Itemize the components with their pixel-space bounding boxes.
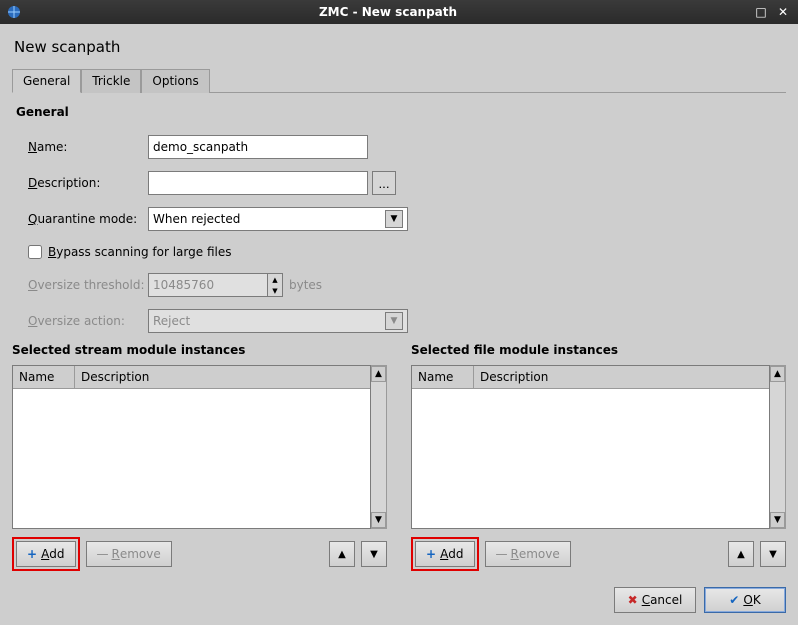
stream-col-name[interactable]: Name xyxy=(13,366,75,388)
close-window-button[interactable]: ✕ xyxy=(774,3,792,21)
spinner-buttons: ▲ ▼ xyxy=(268,273,283,297)
stream-title: Selected stream module instances xyxy=(12,343,387,357)
stream-add-button[interactable]: +Add xyxy=(16,541,76,567)
minus-icon: — xyxy=(496,547,507,561)
ok-icon: ✔ xyxy=(729,593,739,607)
scroll-down-icon[interactable]: ▼ xyxy=(371,512,386,528)
window-title: ZMC - New scanpath xyxy=(28,5,748,19)
stream-buttons: +Add —Remove ▲ ▼ xyxy=(12,537,387,571)
stream-module-panel: Selected stream module instances Name De… xyxy=(12,343,387,571)
name-input[interactable] xyxy=(148,135,368,159)
cancel-button[interactable]: ✖Cancel xyxy=(614,587,696,613)
row-name: Name: xyxy=(28,135,786,159)
description-input[interactable] xyxy=(148,171,368,195)
file-scrollbar[interactable]: ▲ ▼ xyxy=(770,365,786,529)
file-title: Selected file module instances xyxy=(411,343,786,357)
oversize-threshold-label: Oversize threshold: xyxy=(28,278,148,292)
file-move-down-button[interactable]: ▼ xyxy=(760,541,786,567)
stream-col-desc[interactable]: Description xyxy=(75,366,370,388)
cancel-icon: ✖ xyxy=(628,593,638,607)
file-col-desc[interactable]: Description xyxy=(474,366,769,388)
tab-bar: General Trickle Options xyxy=(12,68,786,93)
file-add-highlight: +Add xyxy=(411,537,479,571)
bypass-label: Bypass scanning for large files xyxy=(48,245,231,259)
quarantine-mode-value: When rejected xyxy=(153,212,240,226)
stream-move-up-button[interactable]: ▲ xyxy=(329,541,355,567)
file-col-name[interactable]: Name xyxy=(412,366,474,388)
file-table[interactable]: Name Description xyxy=(411,365,770,529)
file-move-up-button[interactable]: ▲ xyxy=(728,541,754,567)
row-oversize-threshold: Oversize threshold: ▲ ▼ bytes xyxy=(28,273,786,297)
oversize-action-combo: Reject ▼ xyxy=(148,309,408,333)
plus-icon: + xyxy=(27,547,37,561)
stream-scrollbar[interactable]: ▲ ▼ xyxy=(371,365,387,529)
app-icon xyxy=(6,4,22,20)
dialog-footer: ✖Cancel ✔OK xyxy=(12,583,786,613)
file-table-wrap: Name Description ▲ ▼ xyxy=(411,365,786,529)
stream-move-down-button[interactable]: ▼ xyxy=(361,541,387,567)
bypass-checkbox[interactable] xyxy=(28,245,42,259)
row-quarantine-mode: Quarantine mode: When rejected ▼ xyxy=(28,207,786,231)
ok-button[interactable]: ✔OK xyxy=(704,587,786,613)
scroll-up-icon[interactable]: ▲ xyxy=(770,366,785,382)
tab-general[interactable]: General xyxy=(12,69,81,93)
quarantine-mode-label: Quarantine mode: xyxy=(28,212,148,226)
spinner-up-icon: ▲ xyxy=(268,274,282,285)
chevron-down-icon: ▼ xyxy=(385,210,403,228)
tab-trickle[interactable]: Trickle xyxy=(81,69,141,93)
quarantine-mode-combo[interactable]: When rejected ▼ xyxy=(148,207,408,231)
plus-icon: + xyxy=(426,547,436,561)
chevron-down-icon: ▼ xyxy=(385,312,403,330)
oversize-action-label: Oversize action: xyxy=(28,314,148,328)
stream-table[interactable]: Name Description xyxy=(12,365,371,529)
file-add-button[interactable]: +Add xyxy=(415,541,475,567)
stream-remove-button: —Remove xyxy=(86,541,172,567)
description-label: Description: xyxy=(28,176,148,190)
scroll-up-icon[interactable]: ▲ xyxy=(371,366,386,382)
maximize-button[interactable]: □ xyxy=(752,3,770,21)
oversize-threshold-unit: bytes xyxy=(289,278,322,292)
minus-icon: — xyxy=(97,547,108,561)
dialog-title: New scanpath xyxy=(14,38,786,56)
tab-options[interactable]: Options xyxy=(141,69,209,93)
file-table-header: Name Description xyxy=(412,366,769,389)
spinner-down-icon: ▼ xyxy=(268,285,282,296)
oversize-threshold-spinner: ▲ ▼ xyxy=(148,273,283,297)
stream-add-highlight: +Add xyxy=(12,537,80,571)
name-label: Name: xyxy=(28,140,148,154)
general-section-title: General xyxy=(16,105,786,119)
stream-table-body xyxy=(13,389,370,528)
modules-row: Selected stream module instances Name De… xyxy=(12,343,786,571)
row-description: Description: ... xyxy=(28,171,786,195)
oversize-action-value: Reject xyxy=(153,314,190,328)
stream-table-wrap: Name Description ▲ ▼ xyxy=(12,365,387,529)
dialog-body: New scanpath General Trickle Options Gen… xyxy=(0,24,798,625)
row-oversize-action: Oversize action: Reject ▼ xyxy=(28,309,786,333)
file-remove-button: —Remove xyxy=(485,541,571,567)
file-table-body xyxy=(412,389,769,528)
stream-table-header: Name Description xyxy=(13,366,370,389)
scroll-down-icon[interactable]: ▼ xyxy=(770,512,785,528)
file-buttons: +Add —Remove ▲ ▼ xyxy=(411,537,786,571)
description-browse-button[interactable]: ... xyxy=(372,171,396,195)
oversize-threshold-input xyxy=(148,273,268,297)
titlebar: ZMC - New scanpath □ ✕ xyxy=(0,0,798,24)
row-bypass: Bypass scanning for large files xyxy=(28,245,786,259)
file-module-panel: Selected file module instances Name Desc… xyxy=(411,343,786,571)
